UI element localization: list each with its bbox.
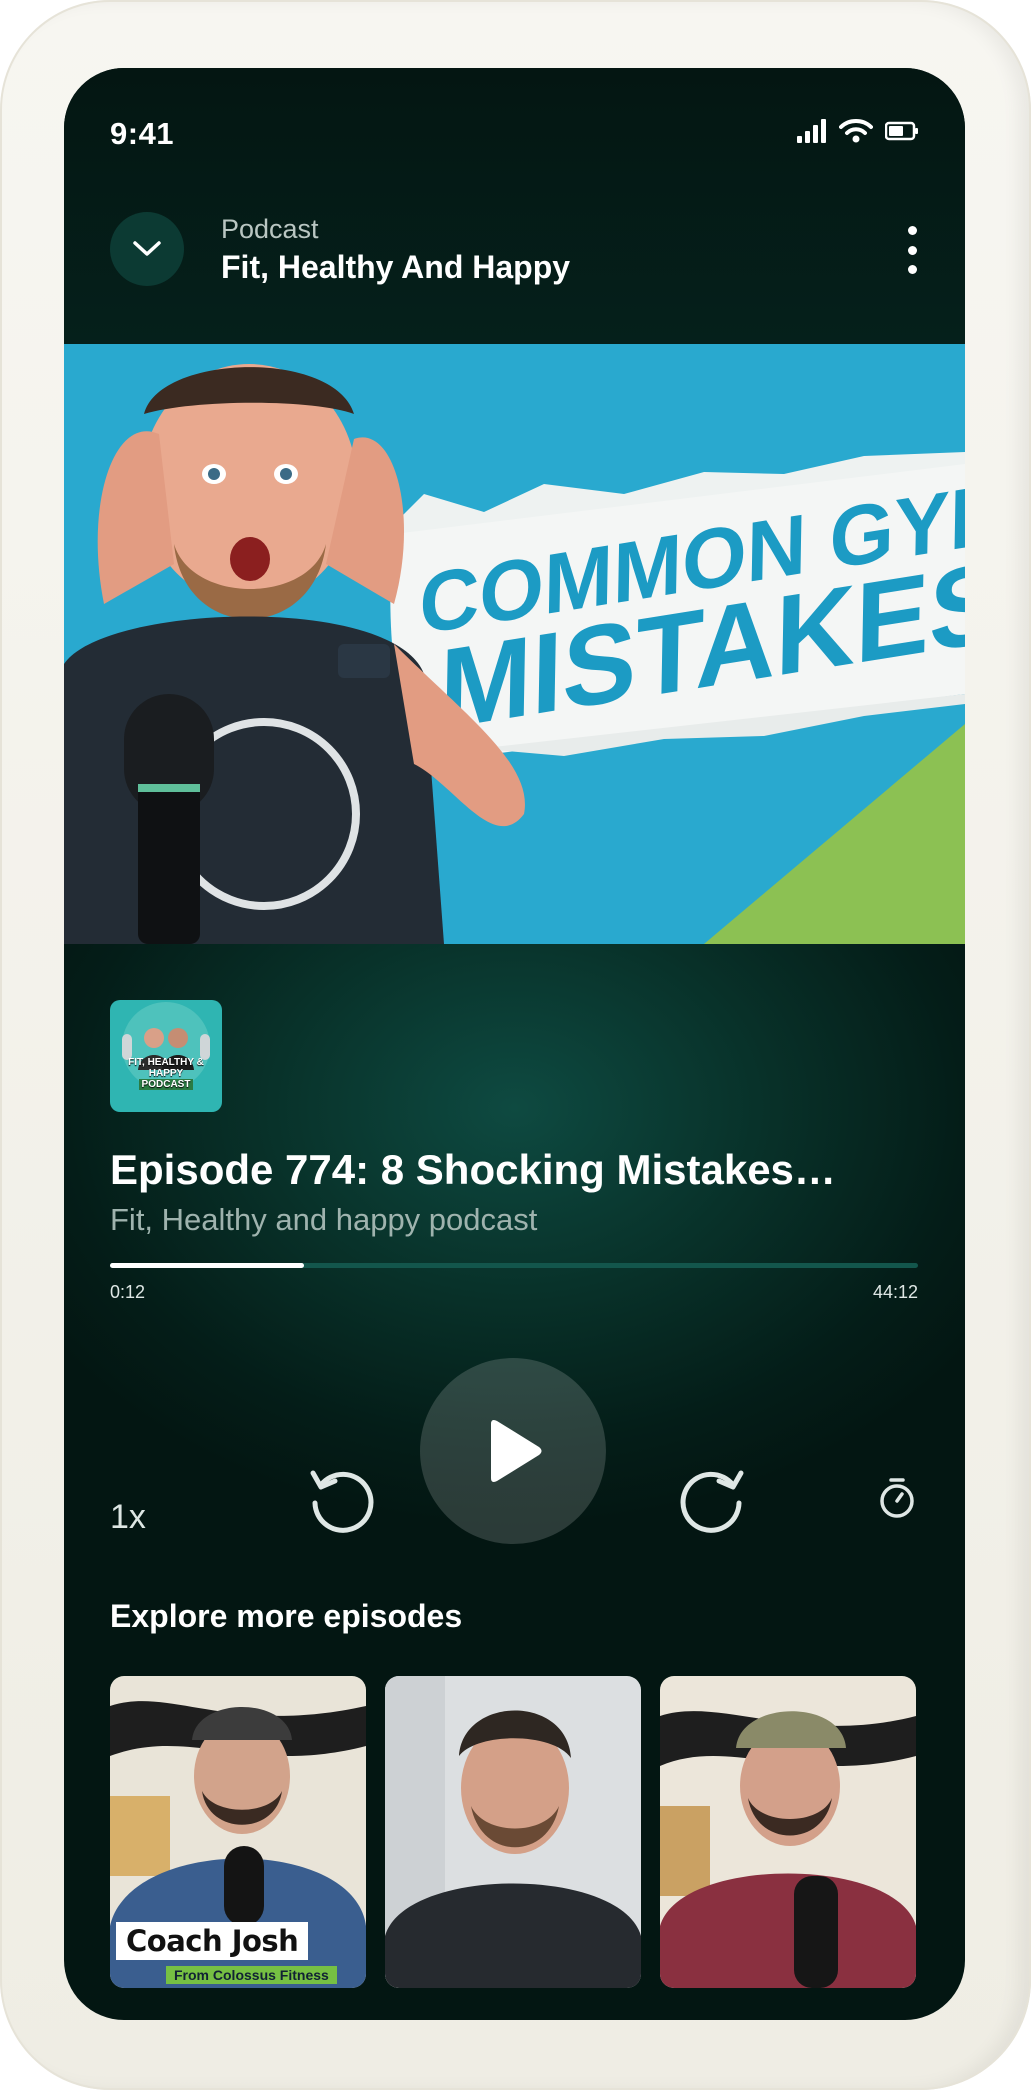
show-artwork: FIT, HEALTHY & HAPPY PODCAST [110, 1000, 222, 1112]
show-art-caption-line1: FIT, HEALTHY & HAPPY [128, 1057, 204, 1079]
rewind-button[interactable] [292, 1448, 392, 1548]
more-dot-icon [907, 226, 917, 235]
sleep-timer-button[interactable] [869, 1470, 925, 1526]
battery-icon [885, 121, 918, 141]
elapsed-time: 0:12 [110, 1282, 146, 1302]
rewind-icon [310, 1470, 374, 1533]
signal-icon [797, 119, 826, 143]
episode-show-name[interactable]: Fit, Healthy and happy podcast [110, 1202, 537, 1238]
header-title: Fit, Healthy And Happy [221, 249, 571, 285]
explore-section-title: Explore more episodes [110, 1598, 463, 1634]
progress-fill [110, 1263, 304, 1268]
wifi-icon [839, 119, 873, 143]
episode-thumbnail[interactable] [385, 1676, 641, 1988]
playback-speed-button[interactable]: 1x [110, 1498, 146, 1537]
show-art-caption: FIT, HEALTHY & HAPPY PODCAST [110, 1057, 222, 1090]
coach-name-label: Coach Josh [116, 1922, 309, 1960]
cover-illustration: COMMON GYM MISTAKES [64, 344, 965, 944]
show-art-caption-line2: PODCAST [138, 1079, 194, 1090]
more-dot-icon [907, 245, 917, 255]
header-kicker: Podcast [221, 214, 319, 244]
phone-frame: 9:41 Podcast Fit, Healthy And Happy COMM… [0, 0, 1031, 2090]
player-screen: 9:41 Podcast Fit, Healthy And Happy COMM… [64, 68, 965, 2020]
forward-icon [680, 1470, 744, 1533]
episode-thumbnail[interactable] [660, 1676, 916, 1988]
episode-thumbnail[interactable]: Coach Josh From Colossus Fitness [110, 1676, 366, 1988]
coach-sub-label: From Colossus Fitness [166, 1966, 337, 1984]
sleep-timer-icon [880, 1478, 914, 1518]
total-duration: 44:12 [872, 1282, 918, 1302]
status-time: 9:41 [110, 116, 175, 151]
collapse-player-button[interactable] [110, 212, 184, 286]
show-art-illustration [110, 1000, 222, 1112]
status-icons [797, 118, 919, 144]
more-dot-icon [907, 265, 917, 274]
forward-button[interactable] [662, 1448, 762, 1548]
progress-slider[interactable] [110, 1263, 918, 1268]
header-text: Podcast Fit, Healthy And Happy [221, 214, 570, 286]
top-bar: 9:41 Podcast Fit, Healthy And Happy [64, 68, 965, 344]
episode-thumbnails: Coach Josh From Colossus Fitness [110, 1676, 920, 1988]
thumbnail-image [660, 1676, 916, 1988]
chevron-down-icon [133, 241, 161, 256]
episode-title: Episode 774: 8 Shocking Mistakes… [110, 1146, 836, 1193]
thumbnail-image [385, 1676, 641, 1988]
play-icon [491, 1420, 542, 1482]
episode-cover-image: COMMON GYM MISTAKES [64, 344, 965, 944]
more-options-button[interactable] [897, 220, 927, 280]
play-button[interactable] [420, 1358, 606, 1544]
